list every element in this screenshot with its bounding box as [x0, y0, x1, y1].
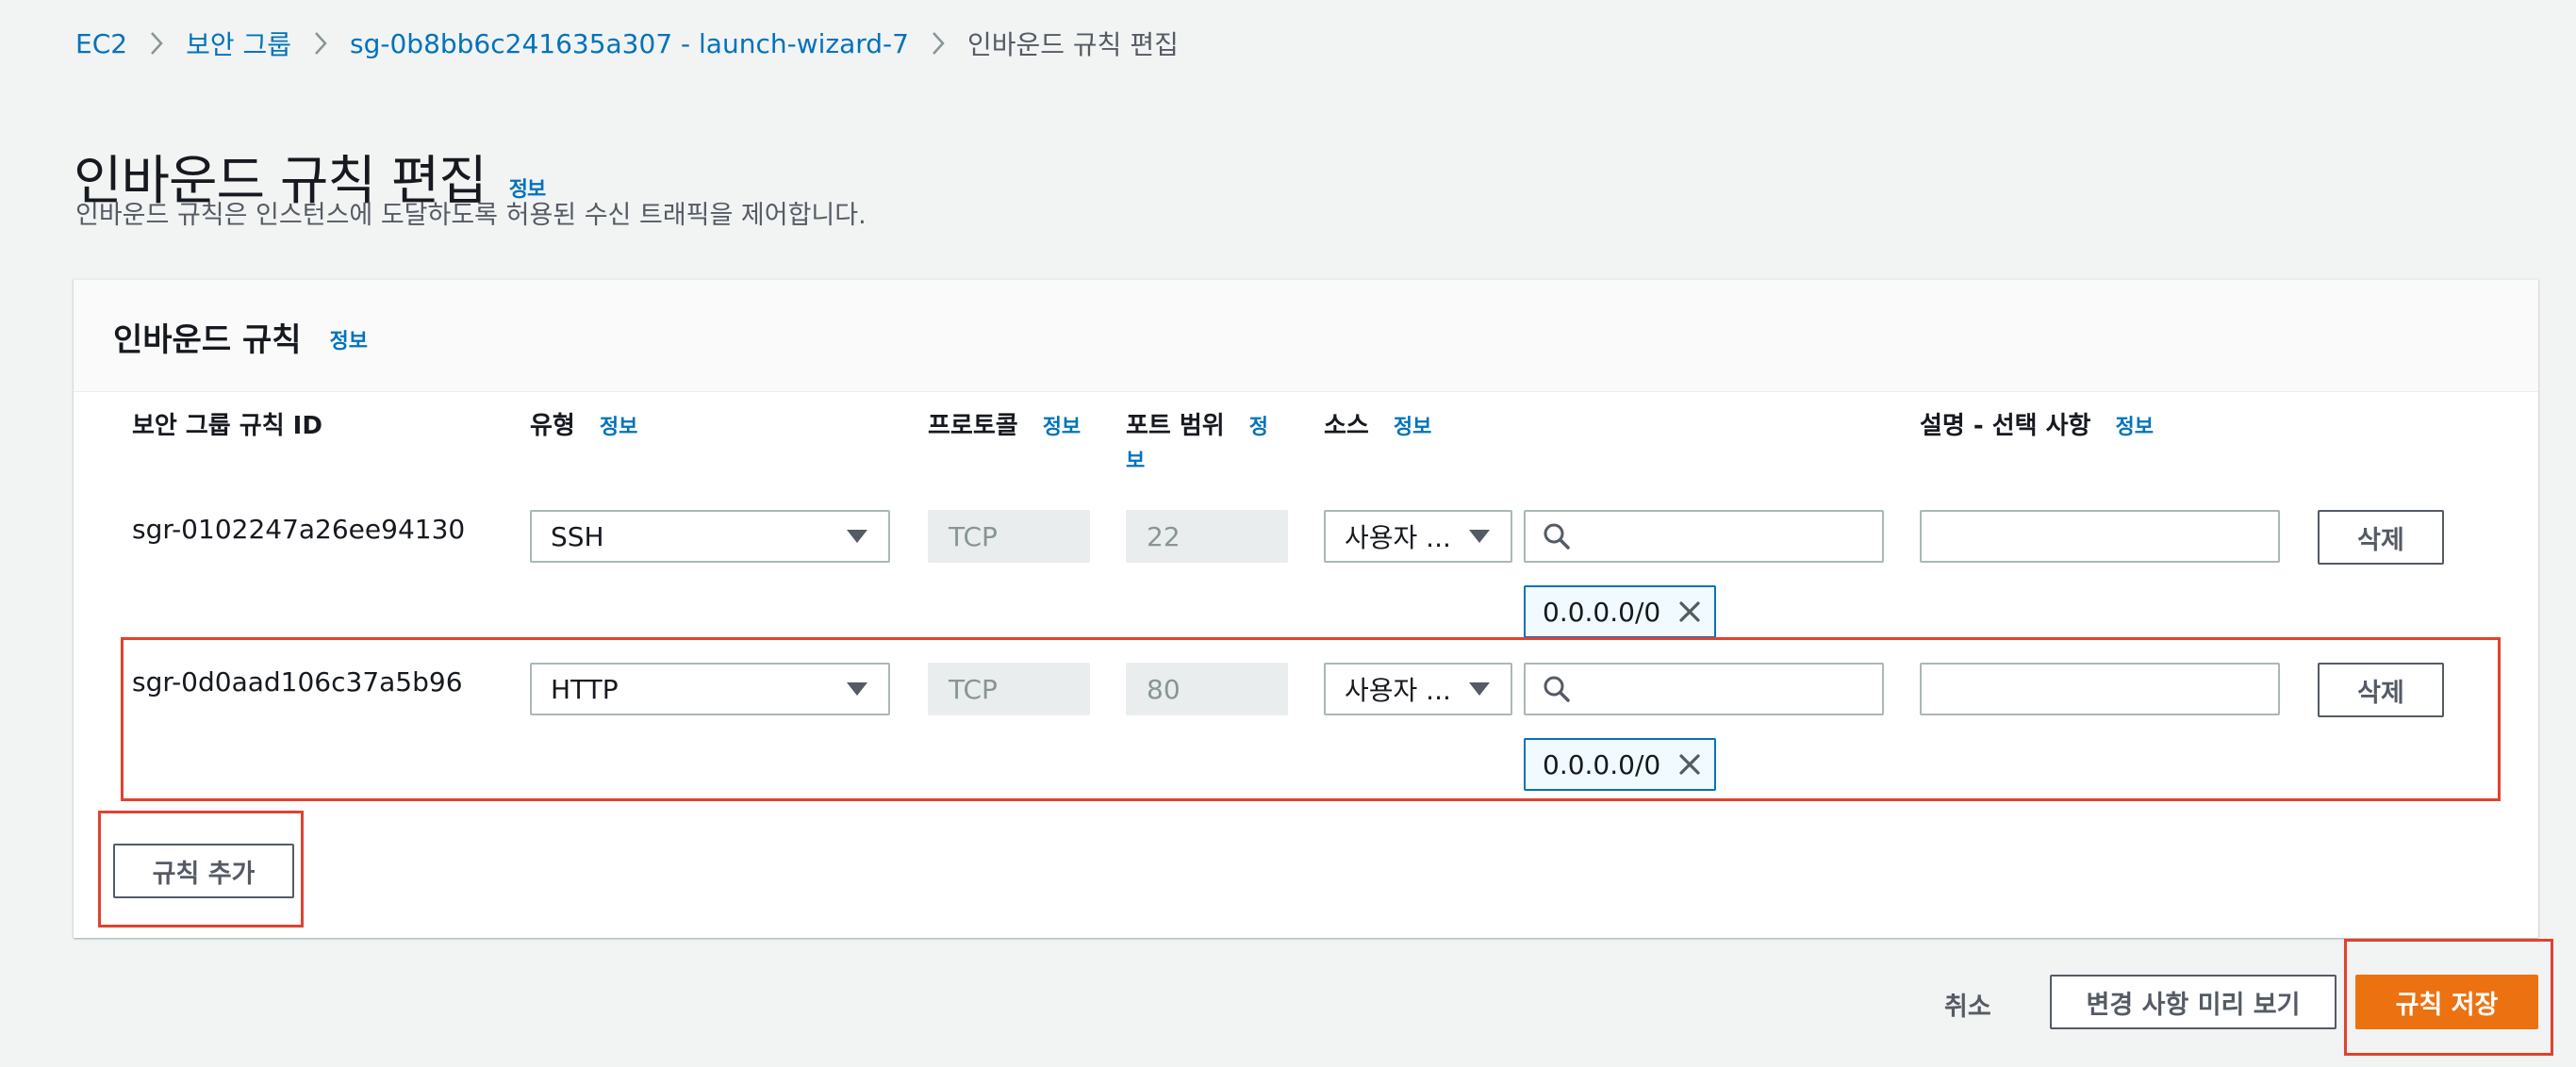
column-header-type-label: 유형 [530, 412, 575, 440]
source-info-link[interactable]: 정보 [1394, 416, 1431, 439]
breadcrumb-security-group[interactable]: sg-0b8bb6c241635a307 - launch-wizard-7 [350, 28, 909, 59]
column-header-description: 설명 - 선택 사항 정보 [1920, 406, 2154, 441]
page-description: 인바운드 규칙은 인스턴스에 도달하도록 허용된 수신 트래픽을 제어합니다. [75, 201, 867, 230]
port-range-field: 22 [1126, 510, 1288, 563]
cancel-button[interactable]: 취소 [1944, 986, 1991, 1023]
source-search-input[interactable] [1584, 672, 1871, 706]
column-header-protocol-label: 프로토콜 [928, 412, 1018, 440]
port-range-info-link[interactable]: 정 [1249, 416, 1268, 439]
type-info-link[interactable]: 정보 [600, 416, 637, 439]
column-header-description-label: 설명 - 선택 사항 [1920, 412, 2091, 440]
panel-title: 인바운드 규칙 정보 [113, 314, 368, 360]
type-select-value: SSH [551, 520, 604, 552]
protocol-info-link[interactable]: 정보 [1043, 416, 1081, 439]
description-input[interactable] [1920, 663, 2280, 715]
search-icon [1544, 523, 1570, 550]
chevron-right-icon [909, 31, 967, 56]
source-search[interactable] [1524, 510, 1884, 563]
inbound-rules-panel: 인바운드 규칙 정보 보안 그룹 규칙 ID 유형 정보 프로토콜 정보 포트 범위… [74, 279, 2538, 938]
caret-down-icon [847, 530, 867, 543]
description-info-link[interactable]: 정보 [2115, 416, 2153, 439]
breadcrumb-ec2[interactable]: EC2 [75, 28, 127, 59]
column-header-protocol: 프로토콜 정보 [928, 406, 1081, 441]
cidr-token: 0.0.0.0/0 [1524, 738, 1716, 791]
source-type-select[interactable]: 사용자 ... [1324, 510, 1512, 563]
search-icon [1544, 676, 1570, 702]
chevron-right-icon [127, 31, 186, 56]
chevron-right-icon [291, 31, 350, 56]
source-type-value: 사용자 ... [1345, 675, 1451, 706]
delete-rule-button[interactable]: 삭제 [2318, 663, 2444, 717]
port-range-field: 80 [1126, 663, 1288, 715]
type-select[interactable]: HTTP [530, 663, 890, 715]
panel-header: 인바운드 규칙 정보 [74, 280, 2538, 392]
caret-down-icon [1469, 682, 1490, 696]
source-type-value: 사용자 ... [1345, 522, 1451, 553]
column-header-source-label: 소스 [1324, 412, 1369, 440]
cidr-token-value: 0.0.0.0/0 [1543, 596, 1661, 628]
protocol-field: TCP [928, 663, 1090, 715]
port-range-info-link-wrap[interactable]: 보 [1126, 444, 1145, 474]
column-header-port-range: 포트 범위 정 [1126, 406, 1268, 441]
panel-info-link[interactable]: 정보 [330, 324, 368, 354]
breadcrumb: EC2 보안 그룹 sg-0b8bb6c241635a307 - launch-… [75, 23, 1179, 64]
add-rule-button[interactable]: 규칙 추가 [113, 844, 294, 898]
preview-changes-button[interactable]: 변경 사항 미리 보기 [2050, 975, 2337, 1029]
rule-id: sgr-0d0aad106c37a5b96 [132, 666, 463, 698]
type-select-value: HTTP [551, 673, 619, 705]
source-type-select[interactable]: 사용자 ... [1324, 663, 1512, 715]
breadcrumb-current: 인바운드 규칙 편집 [966, 29, 1179, 60]
caret-down-icon [847, 682, 867, 696]
delete-rule-button[interactable]: 삭제 [2318, 510, 2444, 565]
protocol-field: TCP [928, 510, 1090, 563]
cidr-token-value: 0.0.0.0/0 [1543, 748, 1661, 780]
breadcrumb-security-groups[interactable]: 보안 그룹 [186, 25, 291, 62]
source-search-input[interactable] [1584, 519, 1871, 553]
caret-down-icon [1469, 530, 1490, 543]
rule-id: sgr-0102247a26ee94130 [132, 514, 466, 545]
close-icon[interactable] [1677, 752, 1702, 777]
column-header-rule-id: 보안 그룹 규칙 ID [132, 412, 322, 440]
source-search[interactable] [1524, 663, 1884, 715]
cidr-token: 0.0.0.0/0 [1524, 585, 1716, 638]
panel-title-text: 인바운드 규칙 [113, 321, 302, 359]
column-header-type: 유형 정보 [530, 406, 637, 441]
save-rules-button[interactable]: 규칙 저장 [2355, 975, 2538, 1029]
column-header-source: 소스 정보 [1324, 406, 1431, 441]
description-input[interactable] [1920, 510, 2280, 563]
column-header-port-range-label: 포트 범위 [1126, 412, 1225, 440]
close-icon[interactable] [1677, 599, 1702, 624]
type-select[interactable]: SSH [530, 510, 890, 563]
